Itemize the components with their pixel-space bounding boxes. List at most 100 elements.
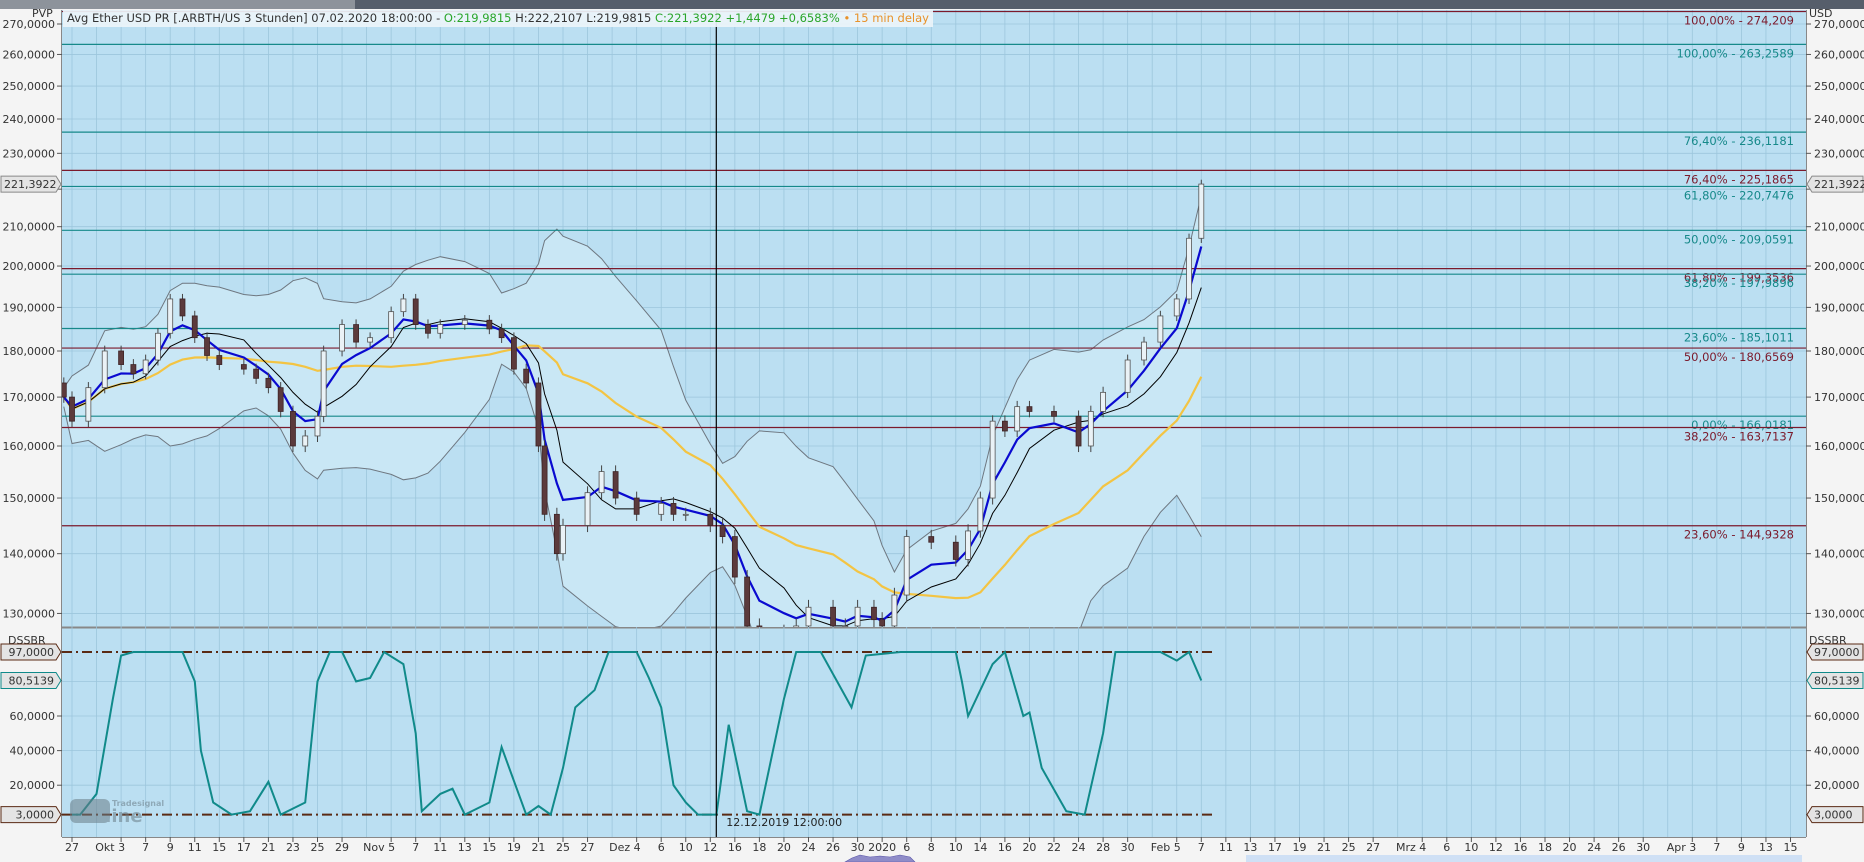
candle[interactable] — [1186, 233, 1192, 305]
y-tick-label-left: 130,0000 — [3, 607, 56, 620]
x-tick-label: 15 — [212, 841, 226, 854]
candle-body — [167, 298, 174, 334]
candle[interactable] — [1087, 405, 1094, 453]
candle[interactable] — [744, 569, 751, 634]
candle-body — [805, 606, 812, 627]
candle-body — [553, 513, 560, 555]
x-tick-label: 15 — [482, 841, 496, 854]
candle[interactable] — [731, 529, 738, 585]
x-tick-label: 10 — [1464, 841, 1478, 854]
candle[interactable] — [155, 328, 161, 366]
chart-canvas[interactable]: 100,00% - 274,209 100,00% - 263,2589 76,40… — [0, 0, 1864, 862]
oscillator-panel — [62, 628, 1806, 837]
candle-body — [535, 382, 542, 447]
x-tick-label: 19 — [507, 841, 521, 854]
y-tick-label-right: 210,0000 — [1814, 221, 1864, 234]
candle[interactable] — [989, 415, 996, 505]
candle-body — [584, 492, 591, 526]
candle[interactable] — [101, 345, 108, 394]
y-tick-label-right: 130,0000 — [1814, 607, 1864, 620]
candle-body — [1198, 183, 1205, 239]
candle-body — [719, 524, 726, 537]
candle-body — [633, 497, 640, 515]
x-tick-label: Dez 4 — [609, 841, 641, 854]
x-tick-label: 20 — [1563, 841, 1577, 854]
oscillator-tick-label-right: 20,0000 — [1814, 779, 1860, 792]
candle-body — [731, 536, 738, 578]
title-bar-right — [355, 0, 1864, 9]
candle[interactable] — [977, 491, 984, 538]
x-tick-label: 20 — [777, 841, 791, 854]
y-tick-label-left: 200,0000 — [3, 260, 56, 273]
fib-level-label: 38,20% - 163,7137 — [1684, 429, 1794, 443]
oscillator-tick-label-left: 80,5139 — [9, 675, 55, 688]
candle-body — [560, 524, 566, 555]
candle-body — [400, 298, 407, 313]
x-tick-label: 13 — [1759, 841, 1773, 854]
x-tick-label: 10 — [679, 841, 693, 854]
y-tick-label-right: 260,0000 — [1814, 48, 1864, 61]
candle-body — [1157, 315, 1164, 343]
candle-body — [928, 536, 935, 543]
candle[interactable] — [535, 377, 542, 453]
x-tick-label: 27 — [65, 841, 79, 854]
candle[interactable] — [167, 293, 174, 339]
header-separator: - — [436, 11, 441, 25]
x-tick-label: 9 — [1738, 841, 1745, 854]
candle-body — [598, 471, 605, 494]
y-tick-label-left: 260,0000 — [3, 48, 56, 61]
change-percent: +0,6583% — [779, 11, 840, 25]
candle[interactable] — [584, 486, 591, 533]
close-value: C:221,3922 — [655, 11, 722, 25]
candle-body — [179, 298, 186, 317]
candle[interactable] — [1157, 310, 1164, 348]
candle-body — [510, 337, 517, 370]
candle-body — [1141, 341, 1147, 361]
candle-body — [290, 411, 296, 447]
candle-body — [142, 359, 149, 375]
x-tick-label: 12 — [703, 841, 717, 854]
x-tick-label: 7 — [1198, 841, 1205, 854]
candle[interactable] — [903, 529, 910, 603]
navigator-range[interactable] — [1246, 855, 1802, 862]
candle-body — [658, 503, 665, 515]
logo-text: online — [80, 806, 143, 827]
candle[interactable] — [85, 382, 92, 428]
x-tick-label: 7 — [1713, 841, 1720, 854]
x-tick-label: Apr 3 — [1667, 841, 1697, 854]
y-tick-label-right: 140,0000 — [1814, 548, 1864, 561]
candle-body — [253, 368, 260, 379]
candle[interactable] — [290, 405, 296, 453]
candle-body — [1002, 420, 1008, 432]
y-tick-label-left: 170,0000 — [3, 391, 56, 404]
low-value: L:219,9815 — [586, 11, 652, 25]
navigator-preview[interactable] — [844, 854, 916, 862]
oscillator-tick-label-left: 60,0000 — [10, 710, 56, 723]
x-tick-label: 21 — [531, 841, 545, 854]
candle[interactable] — [412, 293, 419, 330]
candle-body — [523, 368, 530, 384]
candle[interactable] — [1124, 354, 1131, 399]
oscillator-tick-label-right: 3,0000 — [1814, 809, 1853, 822]
fib-level-label: 23,60% - 144,9328 — [1684, 528, 1794, 542]
oscillator-tick-label-left: 40,0000 — [10, 745, 56, 758]
candle[interactable] — [320, 345, 327, 423]
fib-level-label: 76,40% - 225,1865 — [1684, 172, 1794, 186]
instrument-header: Avg Ether USD PR [.ARBTH/US 3 Stunden] 0… — [63, 10, 933, 27]
candle[interactable] — [1075, 410, 1082, 453]
candle[interactable] — [510, 332, 517, 375]
candle-body — [388, 311, 395, 339]
candle[interactable] — [339, 319, 345, 357]
candle-body — [62, 382, 67, 398]
candle-body — [744, 576, 751, 627]
candle[interactable] — [541, 439, 548, 521]
candle[interactable] — [553, 507, 560, 561]
candle[interactable] — [388, 306, 395, 343]
candle-body — [952, 541, 959, 560]
x-tick-label: 11 — [1219, 841, 1233, 854]
candle[interactable] — [1198, 179, 1205, 243]
x-tick-label: 30 — [851, 841, 865, 854]
y-tick-label-left: 240,0000 — [3, 113, 56, 126]
x-tick-label: 14 — [973, 841, 987, 854]
y-tick-label-left: 230,0000 — [3, 147, 56, 160]
